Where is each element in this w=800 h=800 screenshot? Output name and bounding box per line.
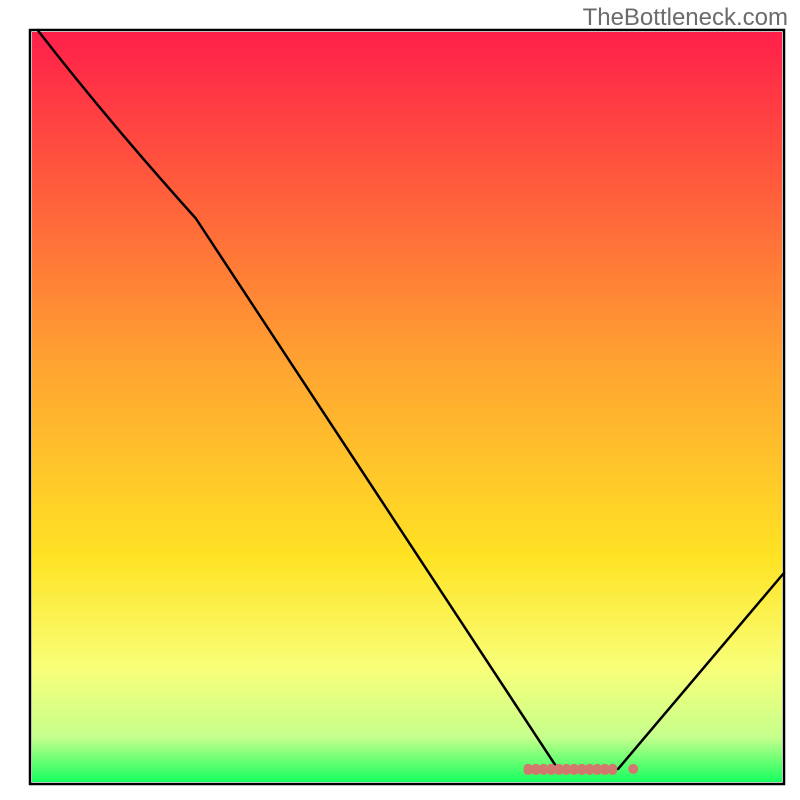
gradient-background (32, 32, 782, 782)
chart-canvas (0, 0, 800, 800)
watermark-text: TheBottleneck.com (583, 4, 788, 32)
